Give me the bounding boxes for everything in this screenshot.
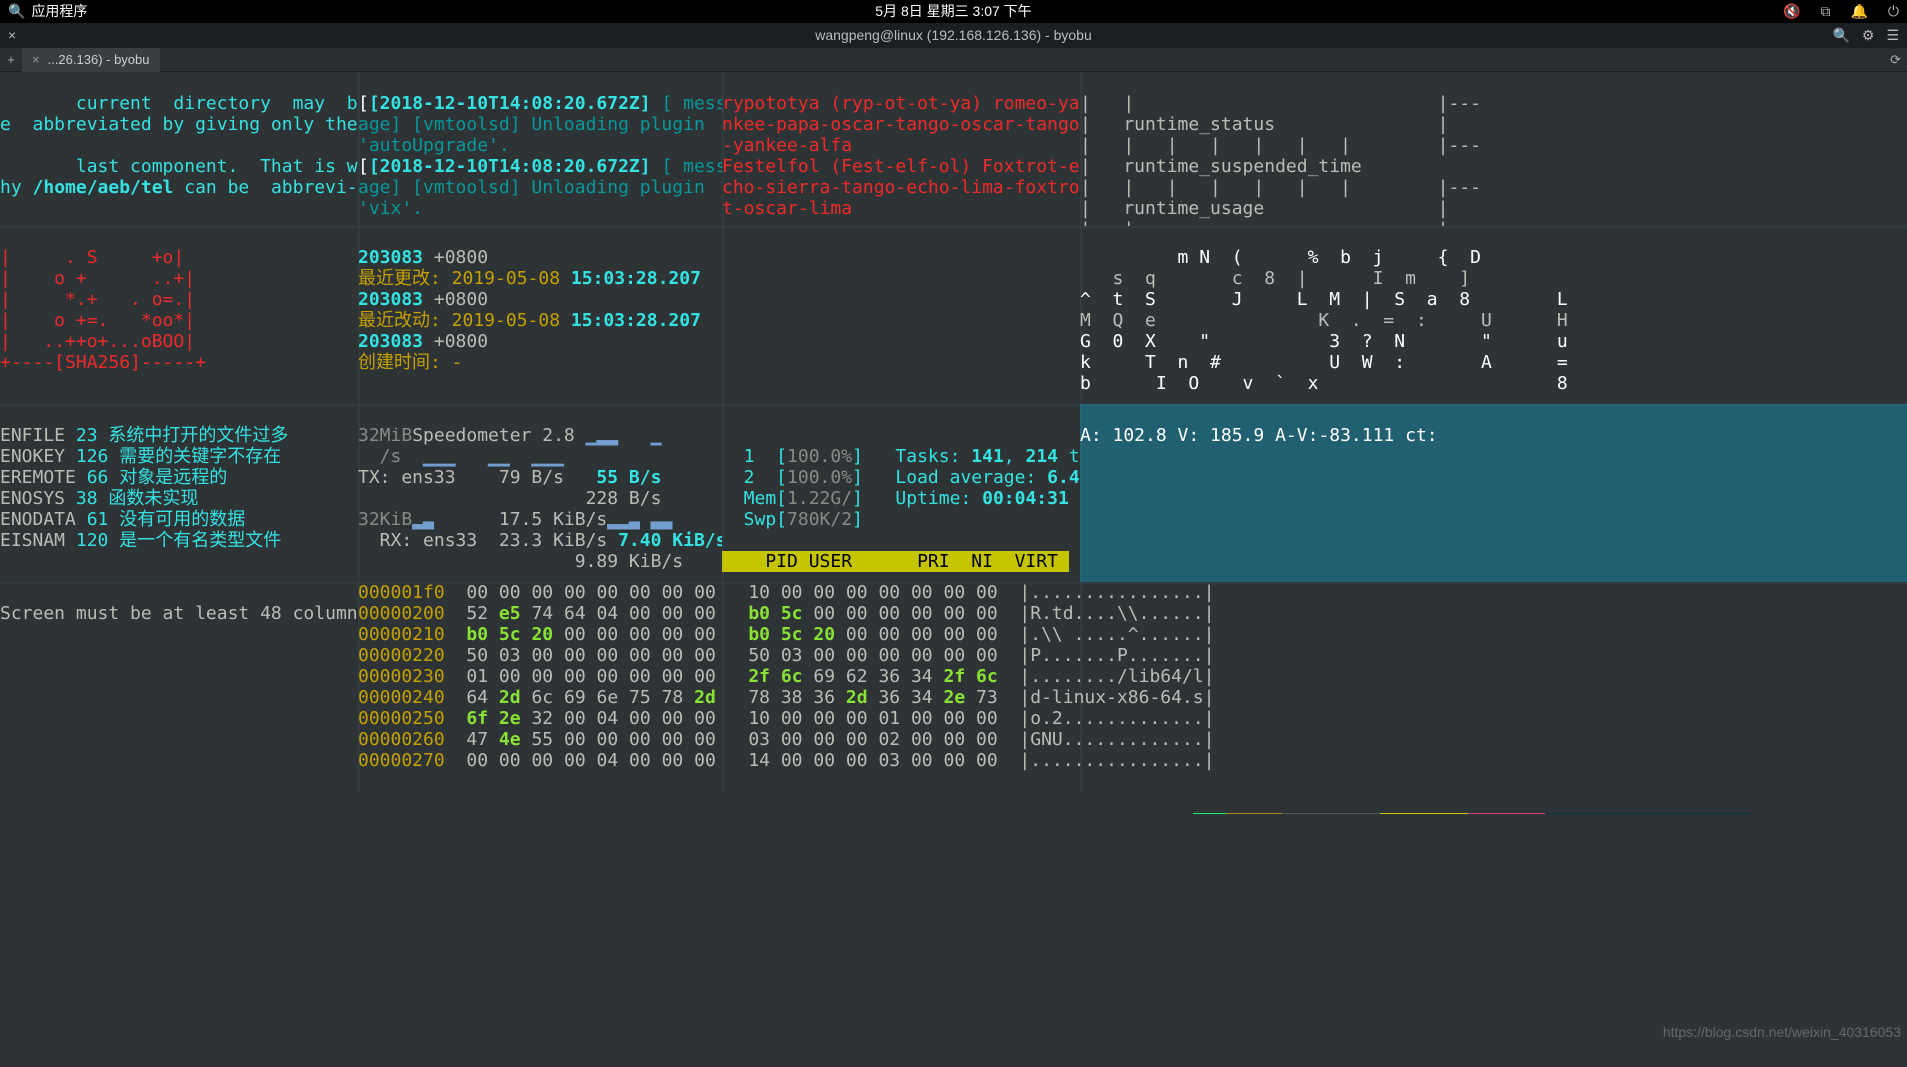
pane-cmatrix[interactable]: m N ( % b j { D s q c 8 | I m ] ^ t S J … xyxy=(1080,226,1907,404)
pane-too-small[interactable]: Screen must be at least 48 column xyxy=(0,582,358,792)
pane-mplayer-av[interactable]: A: 102.8 V: 185.9 A-V:-83.111 ct: xyxy=(1080,404,1907,582)
terminal-tab[interactable]: × ...26.136) - byobu xyxy=(22,47,160,72)
pane-sysfs-tree[interactable]: | | |--- | runtime_status | | | | | | | … xyxy=(1080,72,1907,226)
status-date: 2019-05-08 xyxy=(1545,813,1665,814)
network-icon[interactable]: ⧉ xyxy=(1820,1,1830,22)
status-mem: 1.9G67% xyxy=(1380,813,1468,814)
pane-stat[interactable]: 203083 +0800 最近更改: 2019-05-08 15:03:28.2… xyxy=(358,226,722,404)
htop-header: PID USER PRI NI VIRT xyxy=(722,551,1069,572)
status-loadavg: 6.42 xyxy=(1226,813,1281,814)
status-4m: 4m xyxy=(1193,813,1227,814)
menu-icon[interactable]: ☰ xyxy=(1886,25,1899,46)
close-icon[interactable]: × xyxy=(8,25,16,46)
notifications-icon[interactable]: 🔔 xyxy=(1850,1,1867,22)
clock[interactable]: 5月 8日 星期三 3:07 下午 xyxy=(875,1,1031,22)
power-icon[interactable]: ⏻ xyxy=(1888,1,1899,22)
status-time: 15:07:5 xyxy=(1666,813,1754,814)
pane-nato-phonetic[interactable]: rypototya (ryp-ot-ot-ya) romeo-ya nkee-p… xyxy=(722,72,1080,226)
pane-errno[interactable]: ENFILE 23 系统中打开的文件过多 ENOKEY 126 需要的关键字不存… xyxy=(0,404,358,582)
close-tab-icon[interactable]: × xyxy=(32,49,40,70)
pane-empty[interactable] xyxy=(722,226,1080,404)
terminal-tab-bar: + × ...26.136) - byobu ⟳ xyxy=(0,48,1907,72)
tab-label: ...26.136) - byobu xyxy=(48,49,150,70)
search-in-terminal-icon[interactable]: 🔍 xyxy=(1832,25,1849,46)
pane-htop[interactable]: 1 [100.0%] Tasks: 141, 214 t 2 [100.0%] … xyxy=(722,404,1080,582)
settings-icon[interactable]: ⚙ xyxy=(1862,25,1875,46)
window-title-text: wangpeng@linux (192.168.126.136) - byobu xyxy=(815,25,1092,46)
gnome-top-bar: 🔍 应用程序 5月 8日 星期三 3:07 下午 🔇 ⧉ 🔔 ⏻ xyxy=(0,0,1907,23)
status-disk: 49G79% xyxy=(1468,813,1545,814)
pane-ssh-randomart[interactable]: | . S +o| | o + ..+| | *.+ . o=.| | o +=… xyxy=(0,226,358,404)
byobu-status-bar[interactable]: ♫ 5_0 0:bash- 1:hollywood*4m6.422x2.2GHz… xyxy=(0,792,1907,814)
status-cpu: 2x2.2GHz xyxy=(1282,813,1381,814)
volume-icon[interactable]: 🔇 xyxy=(1783,1,1800,22)
search-icon[interactable]: 🔍 xyxy=(8,1,25,22)
new-tab-button[interactable]: + xyxy=(0,49,22,70)
window-titlebar[interactable]: × wangpeng@linux (192.168.126.136) - byo… xyxy=(0,23,1907,48)
refresh-icon[interactable]: ⟳ xyxy=(1890,49,1901,70)
pane-hexdump[interactable]: 000001f0 00 00 00 00 00 00 00 00 10 00 0… xyxy=(358,582,1907,792)
pane-manpage[interactable]: current directory may b e abbreviated by… xyxy=(0,72,358,226)
watermark: https://blog.csdn.net/weixin_40316053 xyxy=(1663,1022,1901,1043)
pane-speedometer[interactable]: 32MiBSpeedometer 2.8 ▁▂▂ ▁ /s ▁▁▁ ▁▁ ▁▁▁… xyxy=(358,404,722,582)
pane-vmtools-log[interactable]: [[2018-12-10T14:08:20.672Z] [ mess age] … xyxy=(358,72,722,226)
apps-menu[interactable]: 应用程序 xyxy=(31,1,87,22)
